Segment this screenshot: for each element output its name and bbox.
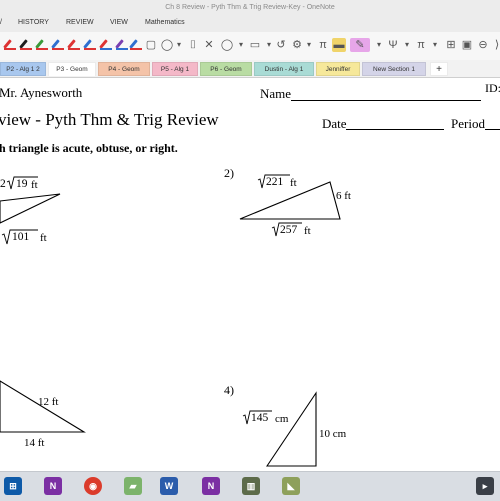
menu-view[interactable]: VIEW <box>110 19 128 26</box>
tab-label: P6 - Geom <box>210 66 242 73</box>
pen-green-icon[interactable] <box>35 39 48 50</box>
tab-p6-geom[interactable]: P6 - Geom <box>200 62 252 76</box>
table-icon[interactable]: ⊞ <box>444 38 458 52</box>
p4-side-b: 10 cm <box>319 428 347 440</box>
menu-review[interactable]: REVIEW <box>66 19 94 26</box>
pen-black-icon[interactable] <box>19 39 32 50</box>
tab-p4-geom[interactable]: P4 - Geom <box>98 62 150 76</box>
pen-red-icon[interactable] <box>3 39 16 50</box>
p2-root-c: 257 <box>280 224 298 236</box>
arrange-dropdown-icon[interactable]: ▾ <box>302 38 316 52</box>
add-icon: + <box>436 64 442 75</box>
chrome-app-icon[interactable]: ◉ <box>84 477 102 495</box>
p2-number: 2) <box>224 166 234 180</box>
section-tabs: P2 - Alg 1 2 P3 - Geom P4 - Geom P5 - Al… <box>0 60 500 78</box>
overflow-icon[interactable]: ⟩ <box>490 38 500 52</box>
word-app-icon[interactable]: W <box>160 477 178 495</box>
psi-symbol-icon[interactable]: Ψ <box>386 38 400 52</box>
eraser-dropdown-icon[interactable]: ▾ <box>172 38 186 52</box>
pen-blue-2-icon[interactable] <box>83 39 96 50</box>
tab-label: P5 - Alg 1 <box>160 66 190 73</box>
shapes-icon[interactable]: ◯ <box>220 38 234 52</box>
window-titlebar: Ch 8 Review - Pyth Thm & Trig Review-Key… <box>0 0 500 15</box>
start-button-icon[interactable]: ⊞ <box>4 477 22 495</box>
menu-fragment[interactable]: / <box>0 19 2 26</box>
tab-p5-alg1[interactable]: P5 - Alg 1 <box>152 62 198 76</box>
add-section-button[interactable]: + <box>430 62 448 76</box>
tab-label: P4 - Geom <box>108 66 140 73</box>
pen-red-2-icon[interactable] <box>67 39 80 50</box>
p4-unit-a: cm <box>275 413 289 425</box>
p2-unit-a: ft <box>290 177 297 189</box>
type-icon[interactable]: ⌷ <box>186 38 200 52</box>
p3-side-a: 12 ft <box>38 396 59 408</box>
pen-blue-3-icon[interactable] <box>129 39 142 50</box>
tab-label: New Section 1 <box>373 66 415 73</box>
triangle-4 <box>265 391 317 467</box>
menu-history[interactable]: HISTORY <box>18 19 49 26</box>
photo-app-icon[interactable]: ▰ <box>124 477 142 495</box>
more-icon[interactable]: ⊖ <box>476 38 490 52</box>
tab-label: P3 - Geom <box>56 66 88 73</box>
tab-label: P2 - Alg 1 2 <box>6 66 40 73</box>
tab-jenniffer[interactable]: Jenniffer <box>316 62 360 76</box>
p2-unit-c: ft <box>304 225 311 237</box>
rotate-icon[interactable]: ↺ <box>274 38 288 52</box>
triangle-1 <box>0 193 61 224</box>
p2-root-a: 221 <box>266 176 284 188</box>
window-title: Ch 8 Review - Pyth Thm & Trig Review-Key… <box>165 4 335 11</box>
app-icon[interactable]: ▥ <box>242 477 260 495</box>
symbol-dropdown-icon[interactable]: ▾ <box>400 38 414 52</box>
ribbon-toolbar: ▢ ◯ ▾ ⌷ ✕ ◯ ▾ ▭ ▾ ↺ ⚙ ▾ π ▬ ✎ ▾ Ψ ▾ π ▾ … <box>0 32 500 61</box>
pi-symbol-icon[interactable]: π <box>414 38 428 52</box>
p4-root-a: 145 <box>251 412 269 424</box>
delete-icon[interactable]: ✕ <box>202 38 216 52</box>
screen-clip-icon[interactable]: ▣ <box>460 38 474 52</box>
p1-unit-a: ft <box>31 179 38 191</box>
equation-dropdown-icon[interactable]: ▾ <box>428 38 442 52</box>
ink-to-math-icon[interactable]: π <box>316 38 330 52</box>
pen-blue-icon[interactable] <box>51 39 64 50</box>
onenote-window-icon[interactable]: N <box>202 477 220 495</box>
menu-mathematics[interactable]: Mathematics <box>145 19 185 26</box>
pen-red-3-icon[interactable] <box>99 39 112 50</box>
p1-unit-b: ft <box>40 232 47 244</box>
p1-root-a: 19 <box>16 178 28 190</box>
lasso-select-icon[interactable]: ▢ <box>144 38 158 52</box>
tab-dustin-alg1[interactable]: Dustin - Alg 1 <box>254 62 314 76</box>
pen-dropdown-icon[interactable]: ▾ <box>372 38 386 52</box>
p1-root-b: 101 <box>12 231 30 243</box>
highlighter-icon[interactable]: ▬ <box>332 38 346 52</box>
note-page[interactable]: Mr. Aynesworth Name ID: view - Pyth Thm … <box>0 78 500 470</box>
p2-side-b: 6 ft <box>336 190 351 202</box>
p4-number: 4) <box>224 383 234 397</box>
pen-purple-icon[interactable] <box>115 39 128 50</box>
p3-side-b: 14 ft <box>24 437 45 449</box>
onenote-app-icon[interactable]: N <box>44 477 62 495</box>
p1-coef: 2 <box>0 178 6 190</box>
insert-space-icon[interactable]: ▭ <box>248 38 262 52</box>
tab-new-section-1[interactable]: New Section 1 <box>362 62 426 76</box>
problem-diagrams <box>0 174 341 467</box>
system-tray-icon[interactable]: ▸ <box>476 477 494 495</box>
app-icon-2[interactable]: ◣ <box>282 477 300 495</box>
pen-selected-icon[interactable]: ✎ <box>350 38 370 52</box>
tab-p2-alg1[interactable]: P2 - Alg 1 2 <box>0 62 46 76</box>
tab-label: Jenniffer <box>325 66 351 73</box>
shapes-dropdown-icon[interactable]: ▾ <box>234 38 248 52</box>
windows-taskbar: ⊞ N ◉ ▰ W N ▥ ◣ ▸ <box>0 471 500 501</box>
tab-label: Dustin - Alg 1 <box>264 66 304 73</box>
tab-p3-geom[interactable]: P3 - Geom <box>48 62 96 76</box>
ribbon-menu-bar: / HISTORY REVIEW VIEW Mathematics <box>0 15 500 32</box>
